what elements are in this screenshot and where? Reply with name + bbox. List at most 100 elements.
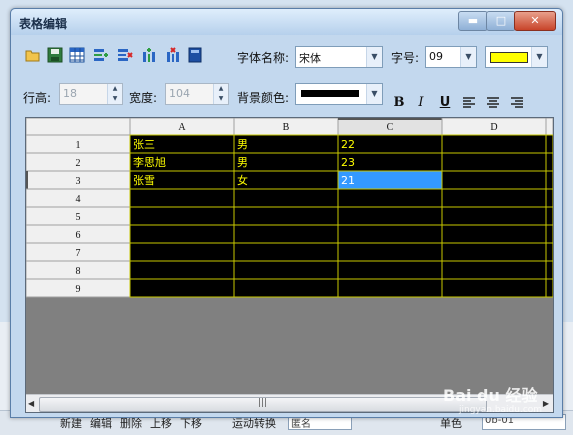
minimize-button[interactable]: ▬ bbox=[458, 11, 488, 31]
spreadsheet-grid[interactable]: A B C D 1 张三男 22 2 李思旭男 23 3 张雪女 21 4 5 6 7 8 9 ◀ ||| ▶ bbox=[25, 117, 554, 413]
table-cell-D6[interactable] bbox=[441, 224, 547, 244]
width-value: 104 bbox=[169, 87, 190, 100]
table-cell-C8[interactable] bbox=[337, 260, 443, 280]
table-cell-B3[interactable] bbox=[233, 170, 339, 190]
book-icon[interactable] bbox=[187, 47, 203, 63]
corner-cell[interactable] bbox=[26, 118, 131, 136]
insert-row-icon[interactable] bbox=[93, 47, 109, 63]
row-header-label: 7 bbox=[76, 248, 81, 259]
row-header-label: 6 bbox=[76, 230, 81, 241]
bg-color-select[interactable]: ▼ bbox=[295, 83, 383, 105]
spin-down-icon[interactable]: ▼ bbox=[107, 94, 122, 104]
table-cell-C7[interactable] bbox=[337, 242, 443, 262]
scrollbar-thumb[interactable]: ||| bbox=[39, 397, 487, 412]
table-cell-B4[interactable] bbox=[233, 188, 339, 208]
column-header-label: B bbox=[283, 122, 290, 133]
table-cell-D9[interactable] bbox=[441, 278, 547, 298]
spin-up-icon[interactable]: ▲ bbox=[213, 84, 228, 94]
underline-button[interactable]: U bbox=[437, 95, 453, 111]
table-cell-extra[interactable] bbox=[545, 242, 553, 262]
row-header-label: 5 bbox=[76, 212, 81, 223]
chevron-down-icon[interactable]: ▼ bbox=[531, 47, 547, 67]
table-cell-B1[interactable] bbox=[233, 134, 339, 154]
table-cell-D7[interactable] bbox=[441, 242, 547, 262]
delete-column-icon[interactable] bbox=[165, 47, 181, 63]
table-cell-C9[interactable] bbox=[337, 278, 443, 298]
font-size-value: 09 bbox=[429, 50, 443, 63]
cell-text: 22 bbox=[341, 138, 355, 151]
table-cell-A9[interactable] bbox=[129, 278, 235, 298]
chevron-down-icon[interactable]: ▼ bbox=[460, 47, 476, 67]
font-name-select[interactable]: 宋体 ▼ bbox=[295, 46, 383, 68]
insert-column-icon[interactable] bbox=[141, 47, 157, 63]
font-size-label: 字号: bbox=[391, 51, 420, 65]
table-cell-extra[interactable] bbox=[545, 206, 553, 226]
table-cell-D2[interactable] bbox=[441, 152, 547, 172]
table-cell-A6[interactable] bbox=[129, 224, 235, 244]
table-cell-D3[interactable] bbox=[441, 170, 547, 190]
table-cell-D4[interactable] bbox=[441, 188, 547, 208]
table-cell-C4[interactable] bbox=[337, 188, 443, 208]
column-header-extra[interactable] bbox=[545, 118, 553, 136]
table-cell-extra[interactable] bbox=[545, 152, 553, 172]
table-cell-extra[interactable] bbox=[545, 260, 553, 280]
table-cell-D1[interactable] bbox=[441, 134, 547, 154]
spin-up-icon[interactable]: ▲ bbox=[107, 84, 122, 94]
align-center-icon[interactable] bbox=[485, 95, 501, 111]
table-cell-D5[interactable] bbox=[441, 206, 547, 226]
spreadsheet-cells[interactable]: A B C D1 张三男 222 李思旭男 233 张雪女 21456789 bbox=[26, 118, 553, 394]
table-cell-A7[interactable] bbox=[129, 242, 235, 262]
title-bar[interactable]: 表格编辑 ▬ □ ✕ bbox=[11, 9, 562, 35]
row-header-label: 3 bbox=[76, 176, 81, 187]
chevron-down-icon[interactable]: ▼ bbox=[366, 47, 382, 67]
table-cell-B9[interactable] bbox=[233, 278, 339, 298]
open-folder-icon[interactable] bbox=[25, 47, 41, 63]
italic-button[interactable]: I bbox=[413, 95, 429, 111]
row-height-label: 行高: bbox=[23, 91, 52, 105]
table-cell-D8[interactable] bbox=[441, 260, 547, 280]
table-cell-B5[interactable] bbox=[233, 206, 339, 226]
save-icon[interactable] bbox=[47, 47, 63, 63]
column-header-label: C bbox=[387, 122, 394, 133]
table-cell-extra[interactable] bbox=[545, 278, 553, 298]
bg-color-swatch bbox=[301, 90, 359, 97]
table-edit-dialog: 表格编辑 ▬ □ ✕ 字体名称: 宋体 ▼ 字号: 09 ▼ ▼ 行高: 18 … bbox=[10, 8, 563, 418]
align-left-icon[interactable] bbox=[461, 95, 477, 111]
align-right-icon[interactable] bbox=[509, 95, 525, 111]
row-header-label: 9 bbox=[76, 284, 81, 295]
font-size-select[interactable]: 09 ▼ bbox=[425, 46, 477, 68]
spin-down-icon[interactable]: ▼ bbox=[213, 94, 228, 104]
table-cell-extra[interactable] bbox=[545, 170, 553, 190]
font-color-select[interactable]: ▼ bbox=[485, 46, 548, 68]
table-cell-C6[interactable] bbox=[337, 224, 443, 244]
table-cell-A5[interactable] bbox=[129, 206, 235, 226]
scroll-left-icon[interactable]: ◀ bbox=[28, 399, 34, 408]
table-cell-extra[interactable] bbox=[545, 188, 553, 208]
scroll-right-icon[interactable]: ▶ bbox=[543, 399, 549, 408]
table-cell-C5[interactable] bbox=[337, 206, 443, 226]
table-cell-extra[interactable] bbox=[545, 224, 553, 244]
table-cell-B7[interactable] bbox=[233, 242, 339, 262]
close-button[interactable]: ✕ bbox=[514, 11, 556, 31]
chevron-down-icon[interactable]: ▼ bbox=[366, 84, 382, 104]
font-name-label: 字体名称: bbox=[237, 51, 290, 65]
row-height-spinner[interactable]: 18 ▲ ▼ bbox=[59, 83, 123, 105]
table-cell-B6[interactable] bbox=[233, 224, 339, 244]
table-icon[interactable] bbox=[69, 47, 85, 63]
table-cell-B2[interactable] bbox=[233, 152, 339, 172]
delete-row-icon[interactable] bbox=[117, 47, 133, 63]
table-cell-extra[interactable] bbox=[545, 134, 553, 154]
width-spinner[interactable]: 104 ▲ ▼ bbox=[165, 83, 229, 105]
bg-color-label: 背景颜色: bbox=[237, 91, 290, 105]
row-height-value: 18 bbox=[63, 87, 77, 100]
table-cell-A8[interactable] bbox=[129, 260, 235, 280]
cell-text: 张雪 bbox=[133, 174, 155, 187]
table-cell-A4[interactable] bbox=[129, 188, 235, 208]
column-header-label: A bbox=[178, 122, 186, 133]
scrollbar-grip-icon: ||| bbox=[258, 398, 268, 408]
bold-button[interactable]: B bbox=[391, 95, 407, 111]
row-header-label: 2 bbox=[76, 158, 81, 169]
maximize-button[interactable]: □ bbox=[486, 11, 516, 31]
font-color-swatch bbox=[490, 52, 528, 63]
table-cell-B8[interactable] bbox=[233, 260, 339, 280]
